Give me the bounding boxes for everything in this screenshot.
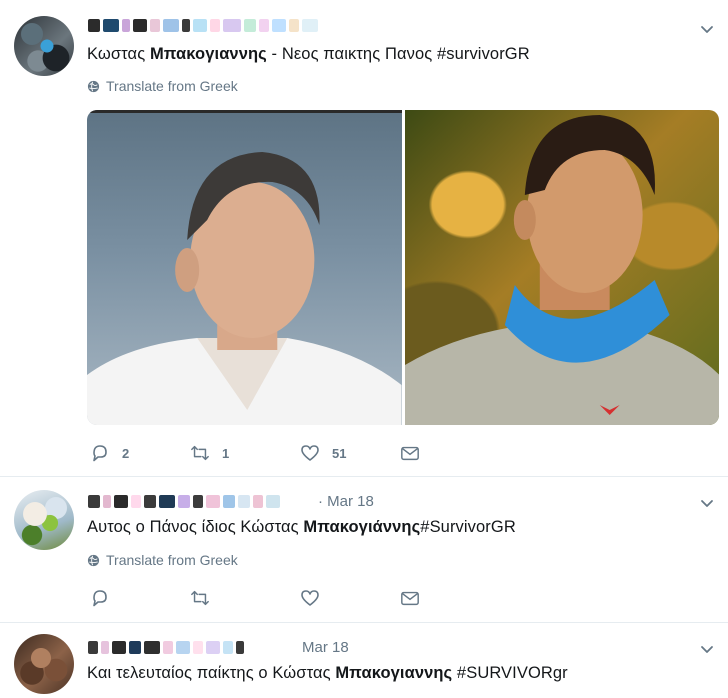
tweet-actions: 2 1 51: [90, 443, 420, 463]
like-button[interactable]: [300, 588, 400, 608]
reply-icon: [93, 590, 107, 607]
tweet-text: Κωστας Μπακογιαννης - Νεος παικτης Πανος…: [87, 45, 530, 63]
retweet-button[interactable]: 1: [190, 443, 300, 463]
tweet-2[interactable]: · Mar 18 Αυτος ο Πάνος ίδιος Κώστας Μπακ…: [0, 484, 728, 620]
envelope-icon: [401, 446, 419, 461]
retweet-button[interactable]: [190, 588, 300, 608]
like-button[interactable]: 51: [300, 443, 400, 463]
username-redacted[interactable]: [88, 16, 344, 34]
divider: [0, 476, 728, 477]
bold-name: Μπακογιάννης: [303, 518, 421, 536]
like-count: 51: [332, 445, 347, 461]
bold-name: Μπακογιαννης: [149, 45, 267, 63]
tweet-date[interactable]: Mar 18: [302, 639, 349, 656]
tweet-1[interactable]: Κωστας Μπακογιαννης - Νεος παικτης Πανος…: [0, 0, 728, 476]
reply-count: 2: [122, 445, 130, 461]
media-grid[interactable]: [87, 110, 719, 425]
retweet-icon: [191, 445, 209, 461]
retweet-icon: [191, 590, 209, 606]
tweet-text: Αυτος ο Πάνος ίδιος Κώστας Μπακογιάννης#…: [87, 518, 516, 536]
photo-right[interactable]: [404, 110, 719, 425]
bold-name: Μπακογιαννης: [335, 664, 453, 682]
globe-icon: [87, 554, 100, 566]
tweet-actions: [90, 588, 420, 608]
reply-button[interactable]: [90, 588, 190, 608]
chevron-down-icon[interactable]: [700, 22, 714, 36]
reply-icon: [93, 445, 107, 462]
dm-button[interactable]: [400, 588, 420, 608]
username-redacted[interactable]: [88, 492, 318, 510]
portrait-illustration: [87, 152, 402, 425]
avatar[interactable]: [14, 490, 74, 550]
globe-icon: [87, 80, 100, 92]
translate-link[interactable]: Translate from Greek: [87, 78, 238, 94]
dm-button[interactable]: [400, 443, 420, 463]
divider: [0, 622, 728, 623]
tweet-date[interactable]: · Mar 18: [318, 493, 374, 510]
reply-button[interactable]: 2: [90, 443, 190, 463]
chevron-down-icon[interactable]: [700, 642, 714, 656]
photo-left[interactable]: [87, 110, 402, 425]
heart-icon: [301, 590, 319, 606]
tweet-timeline: Κωστας Μπακογιαννης - Νεος παικτης Πανος…: [0, 0, 728, 698]
tweet-text: Και τελευταίος παίκτης ο Κώστας Μπακογια…: [87, 664, 568, 682]
avatar[interactable]: [14, 634, 74, 694]
retweet-count: 1: [222, 445, 230, 461]
translate-link[interactable]: Translate from Greek: [87, 552, 238, 568]
tweet-3[interactable]: Mar 18 Και τελευταίος παίκτης ο Κώστας Μ…: [0, 624, 728, 698]
heart-icon: [301, 445, 319, 461]
chevron-down-icon[interactable]: [700, 496, 714, 510]
avatar[interactable]: [14, 16, 74, 76]
username-redacted[interactable]: [88, 638, 294, 656]
portrait-illustration: [404, 115, 719, 425]
envelope-icon: [401, 591, 419, 606]
